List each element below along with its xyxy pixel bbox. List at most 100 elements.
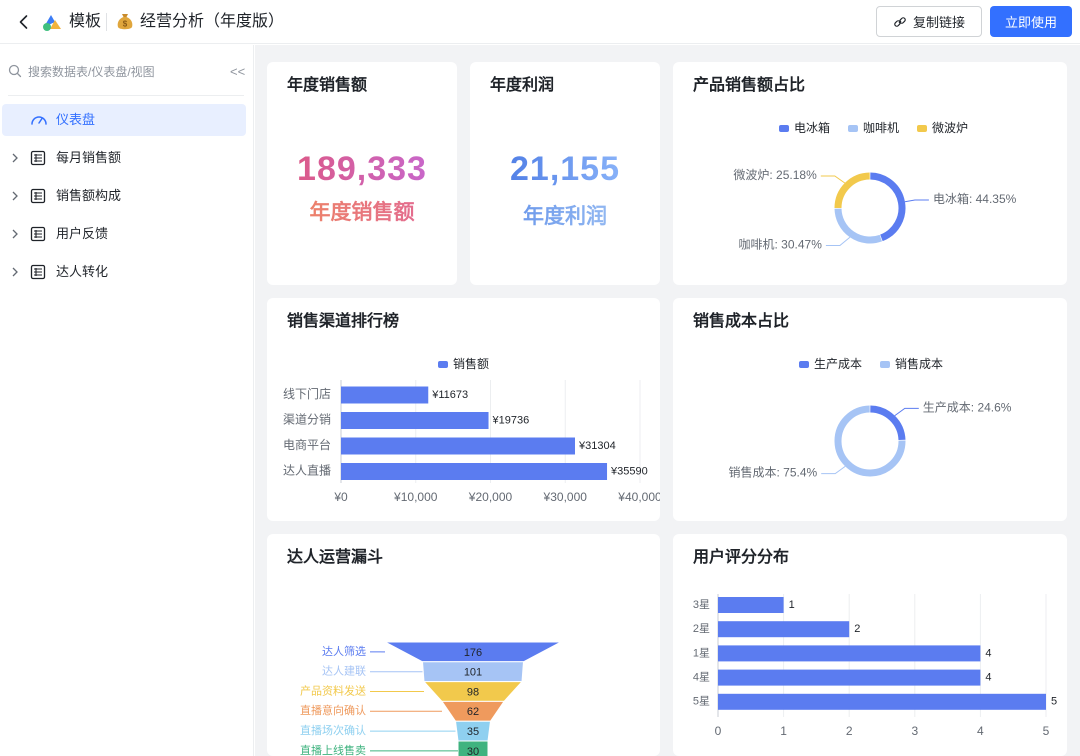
bar (341, 437, 575, 455)
app-logo-icon (43, 15, 61, 31)
y-tick-label: 渠道分销 (283, 413, 331, 427)
sidebar: 搜索数据表/仪表盘/视图 << 仪表盘 每月销售额 销售额构成 用户反馈 达人转… (0, 45, 254, 756)
funnel-value-label: 176 (464, 647, 482, 659)
x-tick-label: 4 (977, 724, 984, 738)
chevron-right-icon[interactable] (10, 228, 20, 240)
topbar-divider (106, 13, 107, 31)
bar (718, 693, 1046, 710)
sidebar-item-monthly-sales[interactable]: 每月销售额 (2, 142, 246, 174)
sidebar-search[interactable]: 搜索数据表/仪表盘/视图 << (8, 59, 245, 83)
collapse-sidebar-icon[interactable]: << (230, 64, 245, 79)
bar-value-label: ¥31304 (578, 440, 616, 452)
funnel-stage-label: 直播场次确认 (300, 723, 366, 737)
legend-label: 咖啡机 (863, 120, 899, 135)
channel-rank-card[interactable]: 销售渠道排行榜 销售额 ¥0 ¥10,000 ¥20,000 ¥30,000 ¥40,00… (267, 298, 660, 521)
legend-label: 销售成本 (895, 356, 943, 371)
bar-value-label: ¥11673 (431, 389, 468, 401)
donut-leader-line (894, 407, 919, 417)
funnel-value-label: 62 (467, 706, 479, 718)
x-tick-label: ¥30,000 (543, 490, 588, 504)
x-tick-label: ¥0 (333, 490, 348, 504)
donut-data-label: 生产成本: 24.6% (923, 401, 1012, 415)
sidebar-item-dashboard[interactable]: 仪表盘 (2, 104, 246, 136)
bar (718, 621, 850, 638)
x-tick-label: ¥20,000 (468, 490, 513, 504)
funnel-value-label: 30 (467, 746, 479, 756)
sidebar-item-user-feedback[interactable]: 用户反馈 (2, 218, 246, 250)
funnel-value-label: 35 (467, 726, 479, 738)
y-tick-label: 2星 (693, 622, 710, 635)
sidebar-item-label: 达人转化 (56, 264, 109, 279)
donut-data-label: 咖啡机: 30.47% (739, 237, 823, 252)
annual-sales-card[interactable]: 年度销售额 189,333 年度销售额 (267, 62, 457, 285)
copy-link-label: 复制链接 (912, 15, 965, 30)
x-tick-label: 1 (780, 724, 787, 738)
bar (341, 386, 429, 404)
legend-swatch (880, 361, 890, 368)
x-tick-label: 3 (911, 724, 918, 738)
sidebar-item-sales-composition[interactable]: 销售额构成 (2, 180, 246, 212)
cost-share-card[interactable]: 销售成本占比 生产成本 销售成本 生产成本: 24.6% 销售成本: 75.4% (673, 298, 1067, 521)
sidebar-item-label: 仪表盘 (56, 112, 96, 127)
bar-value-label: ¥19736 (492, 414, 530, 426)
annual-profit-card[interactable]: 年度利润 21,155 年度利润 (470, 62, 660, 285)
funnel-value-label: 98 (467, 686, 479, 698)
copy-link-button[interactable]: 复制链接 (876, 6, 982, 37)
donut-slice (834, 172, 870, 209)
card-title: 年度销售额 (287, 77, 368, 94)
search-placeholder: 搜索数据表/仪表盘/视图 (28, 65, 155, 79)
sidebar-item-influencer-conversion[interactable]: 达人转化 (2, 256, 246, 288)
funnel-stage-label: 达人建联 (322, 664, 366, 678)
funnel-stage-label: 直播意向确认 (300, 703, 366, 717)
donut-leader-line (825, 236, 851, 246)
y-tick-label: 3星 (693, 598, 710, 611)
rating-chart: 0 1 2 3 4 5 3星 1 2星 2 1星 4 4星 4 5星 5 (693, 594, 1057, 738)
funnel-stage-label: 达人筛选 (322, 644, 366, 658)
sidebar-item-label: 每月销售额 (56, 150, 122, 165)
chevron-right-icon[interactable] (10, 266, 20, 278)
bar (341, 463, 608, 480)
legend-label: 微波炉 (932, 121, 968, 135)
chevron-right-icon[interactable] (10, 190, 20, 202)
bar (718, 669, 981, 686)
funnel-value-label: 101 (464, 667, 482, 679)
donut-data-label: 销售成本: 75.4% (729, 465, 818, 480)
cost-share-chart: 生产成本 销售成本生产成本: 24.6% 销售成本: 75.4% (729, 356, 1012, 480)
legend-swatch (848, 125, 858, 132)
funnel-card[interactable]: 达人运营漏斗 176 达人筛选 101 达人建联 98 产品资料发送 62 直播意向确认 35 直… (267, 534, 660, 756)
x-tick-label: 5 (1043, 724, 1050, 738)
x-tick-label: 2 (846, 724, 853, 738)
back-arrow-icon[interactable] (14, 12, 34, 32)
use-now-button[interactable]: 立即使用 (990, 6, 1072, 37)
annual-profit-label: 年度利润 (470, 200, 660, 230)
product-share-chart: 电冰箱 咖啡机 微波炉电冰箱: 44.35% 咖啡机: 30.47% 微波炉: 25.1… (733, 120, 1016, 252)
rating-card[interactable]: 用户评分分布 0 1 2 3 4 5 3星 1 2星 2 1星 4 4星 4 5星 5 (673, 534, 1067, 756)
card-title: 年度利润 (490, 77, 555, 94)
table-icon (30, 150, 46, 166)
sidebar-divider (8, 95, 244, 96)
annual-sales-label: 年度销售额 (267, 196, 457, 226)
product-share-card[interactable]: 产品销售额占比 电冰箱 咖啡机 微波炉 电冰箱: 44.35% 咖啡机: 30.47% 微… (673, 62, 1067, 285)
legend-label: 生产成本 (814, 357, 862, 371)
link-icon (894, 16, 906, 27)
x-tick-label: ¥40,000 (617, 490, 660, 504)
bar (718, 645, 981, 662)
donut-leader-line (820, 175, 846, 184)
bar-value-label: 5 (1051, 696, 1057, 708)
annual-sales-value: 189,333 (267, 150, 457, 189)
x-tick-label: 0 (715, 724, 722, 738)
legend-swatch (438, 361, 448, 368)
bar (718, 597, 784, 613)
template-label[interactable]: 模板 (69, 11, 101, 33)
y-tick-label: 5星 (693, 695, 710, 708)
sidebar-item-label: 销售额构成 (56, 188, 122, 203)
donut-slice (834, 208, 883, 244)
bar-value-label: 4 (985, 647, 991, 659)
chevron-right-icon[interactable] (10, 152, 20, 164)
funnel-chart: 176 达人筛选 101 达人建联 98 产品资料发送 62 直播意向确认 35 直播场次确认 30… (300, 641, 562, 756)
bar-value-label: ¥35590 (610, 465, 648, 477)
y-tick-label: 线下门店 (283, 386, 331, 401)
funnel-stage-label: 产品资料发送 (300, 683, 366, 697)
donut-leader-line (821, 465, 846, 475)
dashboard-canvas: 年度销售额 189,333 年度销售额 年度利润 21,155 年度利润 产品销… (255, 45, 1080, 756)
